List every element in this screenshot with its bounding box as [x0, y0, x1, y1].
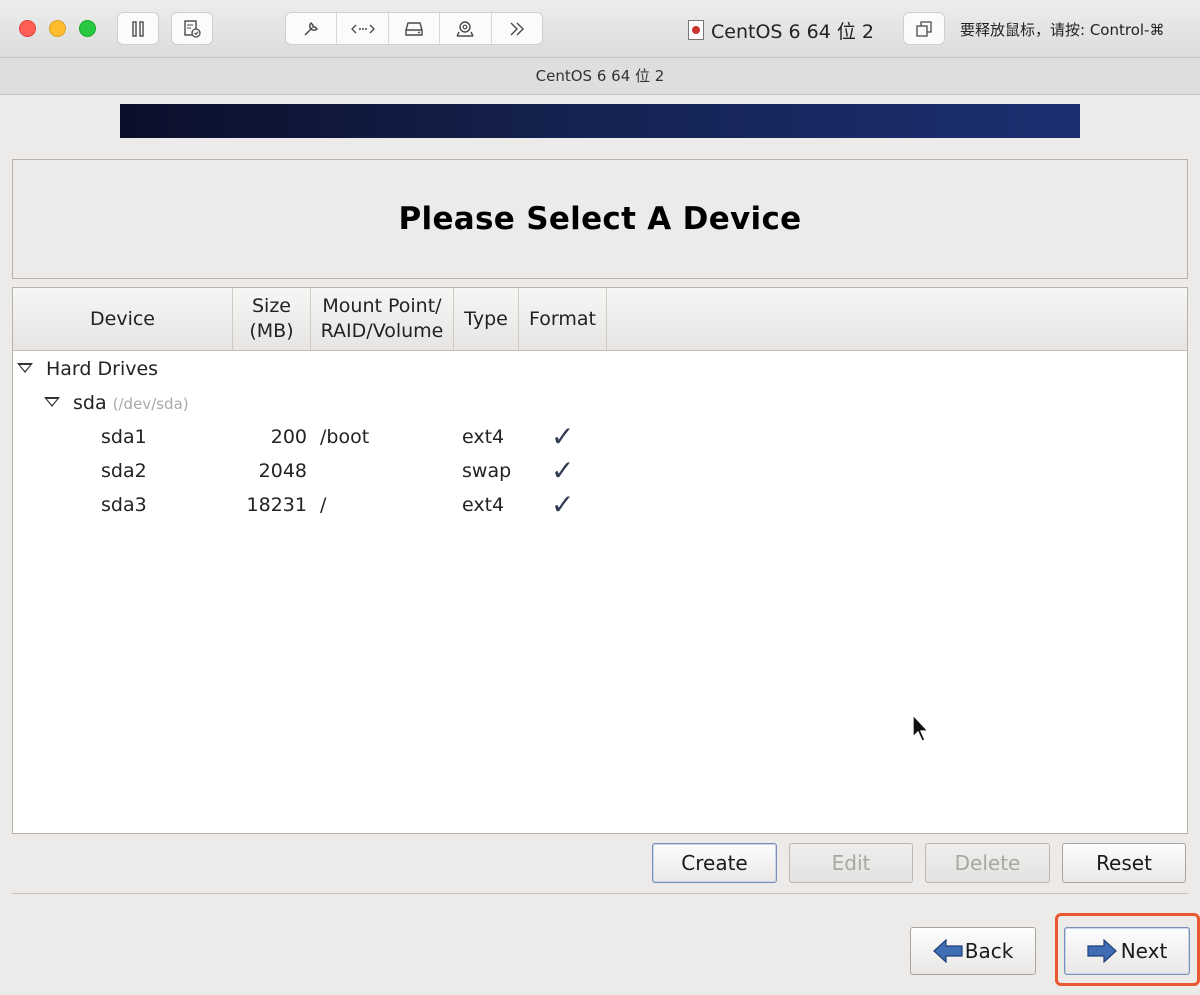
- partition-name: sda3: [101, 494, 147, 516]
- format-check-icon[interactable]: ✓: [551, 420, 574, 454]
- mouse-cursor-icon: [912, 714, 930, 742]
- tree-disk-sda[interactable]: sda (/dev/sda): [44, 386, 189, 420]
- disk-icon: [405, 21, 423, 36]
- camera-icon: [456, 20, 475, 37]
- expander-triangle-icon[interactable]: [17, 362, 33, 373]
- partition-mount: /: [320, 494, 327, 516]
- disk-button[interactable]: [389, 13, 441, 44]
- partition-type: ext4: [462, 494, 505, 516]
- vm-toolbar-group: [285, 12, 543, 45]
- release-mouse-hint: 要释放鼠标，请按: Control-⌘: [960, 21, 1165, 39]
- column-size[interactable]: Size (MB): [233, 288, 311, 350]
- vm-title-text: CentOS 6 64 位 2: [711, 20, 874, 43]
- format-check-icon[interactable]: ✓: [551, 488, 574, 522]
- divider: [12, 893, 1188, 894]
- vm-title: CentOS 6 64 位 2: [688, 17, 874, 43]
- network-button[interactable]: [337, 13, 389, 44]
- snapshot-icon: [184, 19, 201, 38]
- partition-type: ext4: [462, 426, 505, 448]
- vm-window-titlebar: CentOS 6 64 位 2 要释放鼠标，请按: Control-⌘: [0, 0, 1200, 58]
- partition-size: 18231: [246, 494, 307, 516]
- format-check-icon[interactable]: ✓: [551, 454, 574, 488]
- pause-vm-button[interactable]: [117, 12, 159, 45]
- partition-size: 2048: [258, 460, 307, 482]
- partition-type: swap: [462, 460, 512, 482]
- window-copy-icon: [916, 20, 932, 37]
- column-device[interactable]: Device: [13, 288, 233, 350]
- network-icon: [350, 24, 375, 33]
- minimize-window-button[interactable]: [49, 20, 66, 37]
- installer-banner: [120, 104, 1080, 138]
- create-button[interactable]: Create: [652, 843, 777, 883]
- column-type[interactable]: Type: [454, 288, 519, 350]
- wrench-icon: [304, 21, 319, 36]
- partition-size: 200: [270, 426, 307, 448]
- back-arrow-icon: [932, 939, 963, 963]
- edit-button[interactable]: Edit: [789, 843, 913, 883]
- snapshot-button[interactable]: [171, 12, 213, 45]
- tree-header: Device Size (MB) Mount Point/RAID/Volume …: [13, 288, 1187, 351]
- disk-path: (/dev/sda): [112, 395, 189, 413]
- camera-button[interactable]: [440, 13, 492, 44]
- vm-console-title: CentOS 6 64 位 2: [0, 58, 1200, 95]
- tree-group-hard-drives[interactable]: Hard Drives: [17, 352, 158, 386]
- column-format[interactable]: Format: [519, 288, 607, 350]
- close-window-button[interactable]: [19, 20, 36, 37]
- partition-name: sda2: [101, 460, 147, 482]
- next-button-highlight: [1055, 913, 1200, 986]
- pause-icon: [132, 20, 144, 37]
- vm-document-icon: [688, 20, 704, 40]
- expander-triangle-icon[interactable]: [44, 396, 60, 407]
- partition-name: sda1: [101, 426, 147, 448]
- settings-button[interactable]: [286, 13, 338, 44]
- column-mount-point[interactable]: Mount Point/RAID/Volume: [311, 288, 454, 350]
- delete-button[interactable]: Delete: [925, 843, 1050, 883]
- back-button[interactable]: Back: [910, 927, 1036, 975]
- more-chevron-icon: [510, 22, 524, 35]
- table-row[interactable]: sda1 200 /boot ext4 ✓: [13, 420, 1187, 454]
- partition-mount: /boot: [320, 426, 370, 448]
- device-tree[interactable]: Device Size (MB) Mount Point/RAID/Volume …: [12, 287, 1188, 834]
- page-header: Please Select A Device: [12, 159, 1188, 279]
- reset-button[interactable]: Reset: [1062, 843, 1186, 883]
- more-button[interactable]: [492, 13, 542, 44]
- back-label: Back: [964, 939, 1014, 963]
- zoom-window-button[interactable]: [79, 20, 96, 37]
- table-row[interactable]: sda3 18231 / ext4 ✓: [13, 488, 1187, 522]
- table-row[interactable]: sda2 2048 swap ✓: [13, 454, 1187, 488]
- unity-view-button[interactable]: [903, 12, 945, 45]
- page-title: Please Select A Device: [398, 201, 802, 237]
